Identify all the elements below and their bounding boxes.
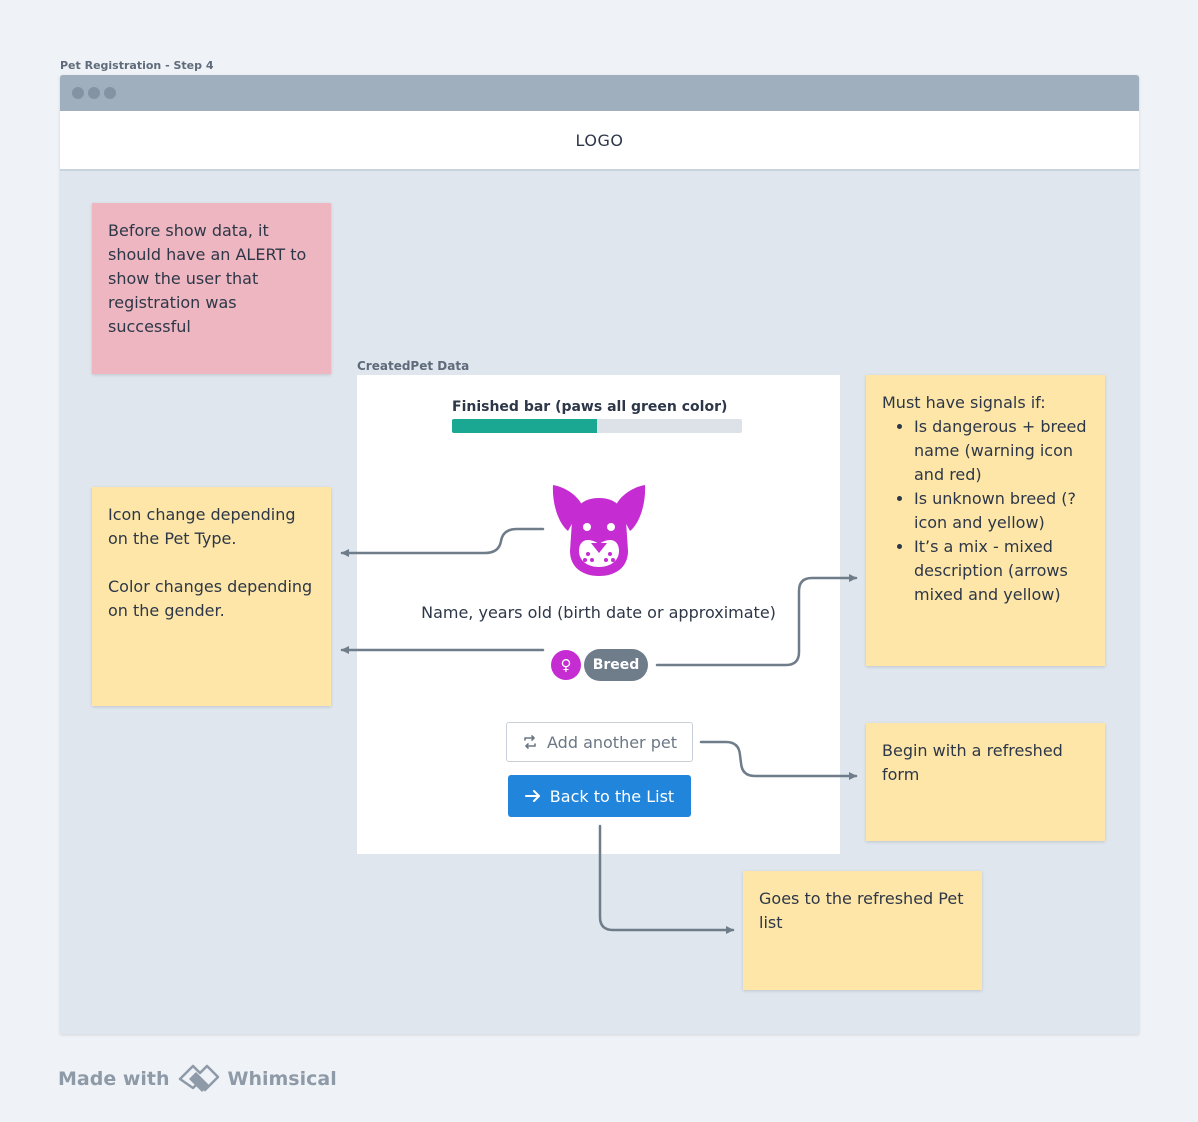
icon-note: Icon change depending on the Pet Type. C… bbox=[92, 487, 331, 706]
made-with-whimsical[interactable]: Made with Whimsical bbox=[58, 1064, 337, 1094]
repeat-icon bbox=[524, 735, 536, 749]
window-dot-icon bbox=[72, 87, 84, 99]
card-label: CreatedPet Data bbox=[357, 359, 470, 373]
logo: LOGO bbox=[575, 130, 624, 150]
breed-badge: Breed bbox=[584, 649, 648, 681]
add-another-pet-button[interactable]: Add another pet bbox=[506, 722, 693, 762]
dog-face-icon bbox=[552, 485, 646, 576]
arrow-right-icon bbox=[524, 790, 540, 802]
add-another-pet-label: Add another pet bbox=[547, 732, 677, 752]
signals-note: Must have signals if: Is dangerous + bre… bbox=[866, 375, 1105, 666]
refresh-list-note: Goes to the refreshed Pet list bbox=[743, 871, 982, 990]
page-header: LOGO bbox=[60, 111, 1139, 171]
made-with-label: Made with bbox=[58, 1068, 170, 1090]
female-icon: ♀ bbox=[551, 650, 581, 680]
pet-caption: Name, years old (birth date or approxima… bbox=[421, 603, 776, 622]
progress-bar-fill bbox=[452, 419, 597, 433]
back-to-list-button[interactable]: Back to the List bbox=[508, 775, 691, 817]
window-dot-icon bbox=[88, 87, 100, 99]
signals-item: Is unknown breed (? icon and yellow) bbox=[914, 487, 1089, 535]
alert-note: Before show data, it should have an ALER… bbox=[92, 203, 331, 374]
whimsical-logo-icon bbox=[178, 1064, 219, 1092]
frame-title: Pet Registration - Step 4 bbox=[60, 59, 214, 72]
browser-title-bar bbox=[60, 75, 1139, 111]
progress-title: Finished bar (paws all green color) bbox=[452, 399, 728, 415]
refresh-form-note: Begin with a refreshed form bbox=[866, 723, 1105, 841]
signals-item: It’s a mix - mixed description (arrows m… bbox=[914, 535, 1089, 607]
icon-note-line1: Icon change depending on the Pet Type. bbox=[108, 505, 296, 548]
alert-note-text: Before show data, it should have an ALER… bbox=[108, 221, 307, 336]
whimsical-brand: Whimsical bbox=[227, 1068, 337, 1090]
signals-item: Is dangerous + breed name (warning icon … bbox=[914, 415, 1089, 487]
window-dot-icon bbox=[104, 87, 116, 99]
signals-note-intro: Must have signals if: bbox=[882, 393, 1046, 412]
progress-bar bbox=[452, 419, 742, 433]
icon-note-line2: Color changes depending on the gender. bbox=[108, 577, 313, 620]
back-to-list-label: Back to the List bbox=[549, 786, 675, 806]
refresh-list-note-text: Goes to the refreshed Pet list bbox=[759, 889, 964, 932]
refresh-form-note-text: Begin with a refreshed form bbox=[882, 741, 1063, 784]
signals-list: Is dangerous + breed name (warning icon … bbox=[882, 415, 1089, 607]
